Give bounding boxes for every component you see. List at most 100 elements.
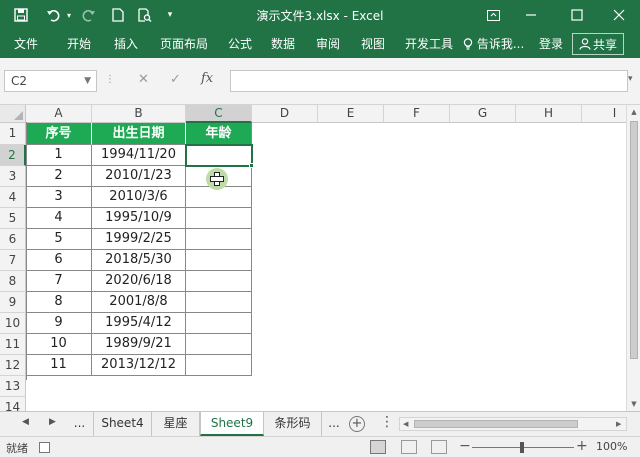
table-cell[interactable]: 7	[26, 271, 92, 292]
table-cell[interactable]	[186, 292, 252, 313]
sheet-tab-more-left[interactable]: ...	[66, 412, 94, 436]
minimize-icon[interactable]	[516, 0, 546, 30]
table-cell[interactable]: 5	[26, 229, 92, 250]
vertical-scroll-thumb[interactable]	[630, 121, 638, 359]
table-cell[interactable]	[186, 208, 252, 229]
table-header-cell[interactable]: 出生日期	[92, 123, 186, 145]
worksheet-grid[interactable]: A B C D E F G H I 1 2 3 4 5 6 7 8 9 10 1…	[0, 105, 626, 411]
zoom-level[interactable]: 100%	[596, 440, 627, 453]
horizontal-scrollbar[interactable]: ◀ ▶	[399, 417, 627, 431]
table-cell[interactable]: 1989/9/21	[92, 334, 186, 355]
table-cell[interactable]	[186, 313, 252, 334]
vertical-scrollbar[interactable]: ▲ ▼	[626, 105, 640, 411]
page-break-view-button[interactable]	[431, 440, 447, 454]
formula-bar-grip-icon[interactable]: ⋮	[105, 74, 115, 85]
table-cell[interactable]: 2001/8/8	[92, 292, 186, 313]
table-cell[interactable]: 2	[26, 166, 92, 187]
horizontal-scroll-thumb[interactable]	[414, 420, 578, 428]
tab-page-layout[interactable]: 页面布局	[160, 35, 208, 52]
tab-developer[interactable]: 开发工具	[405, 35, 453, 52]
table-cell[interactable]: 1995/4/12	[92, 313, 186, 334]
share-button[interactable]: 共享	[572, 33, 624, 55]
table-header-cell[interactable]: 序号	[26, 123, 92, 145]
table-cell[interactable]	[186, 271, 252, 292]
zoom-out-button[interactable]: −	[459, 438, 471, 454]
scroll-left-icon[interactable]: ◀	[403, 418, 408, 430]
sheet-prev-icon[interactable]: ◀	[22, 417, 29, 427]
zoom-slider-handle[interactable]	[520, 442, 524, 453]
sheet-tab-sheet4[interactable]: Sheet4	[94, 412, 152, 436]
column-header-a[interactable]: A	[26, 105, 92, 123]
table-cell[interactable]: 6	[26, 250, 92, 271]
ribbon-options-icon[interactable]	[478, 0, 508, 30]
row-header[interactable]: 4	[0, 187, 26, 208]
tab-review[interactable]: 审阅	[316, 35, 340, 52]
sheet-tab-sheet9[interactable]: Sheet9	[200, 412, 264, 436]
table-cell[interactable]: 11	[26, 355, 92, 376]
add-sheet-button[interactable]: +	[349, 416, 365, 432]
row-header[interactable]: 6	[0, 229, 26, 250]
sheet-tab-xingzuo[interactable]: 星座	[152, 412, 200, 436]
select-all-button[interactable]	[0, 105, 26, 123]
scroll-up-icon[interactable]: ▲	[627, 105, 640, 119]
sheet-next-icon[interactable]: ▶	[49, 417, 56, 427]
table-cell[interactable]: 10	[26, 334, 92, 355]
row-header[interactable]: 3	[0, 166, 26, 187]
formula-input[interactable]	[230, 70, 628, 92]
tab-file[interactable]: 文件	[14, 35, 38, 52]
table-cell[interactable]: 1999/2/25	[92, 229, 186, 250]
table-cell[interactable]	[186, 187, 252, 208]
column-header-h[interactable]: H	[516, 105, 582, 123]
table-cell[interactable]: 2010/3/6	[92, 187, 186, 208]
row-header[interactable]: 9	[0, 292, 26, 313]
row-header[interactable]: 8	[0, 271, 26, 292]
confirm-entry-button[interactable]: ✓	[170, 72, 181, 87]
table-cell[interactable]: 3	[26, 187, 92, 208]
table-cell[interactable]: 4	[26, 208, 92, 229]
table-cell[interactable]: 9	[26, 313, 92, 334]
table-cell[interactable]: 1	[26, 145, 92, 166]
close-icon[interactable]	[604, 0, 634, 30]
row-header[interactable]: 12	[0, 355, 26, 376]
table-cell[interactable]: 2013/12/12	[92, 355, 186, 376]
row-header[interactable]: 10	[0, 313, 26, 334]
zoom-in-button[interactable]: +	[576, 438, 588, 454]
row-header[interactable]: 1	[0, 123, 26, 145]
table-cell[interactable]	[186, 229, 252, 250]
table-cell[interactable]: 1994/11/20	[92, 145, 186, 166]
tab-insert[interactable]: 插入	[114, 35, 138, 52]
normal-view-button[interactable]	[370, 440, 386, 454]
tab-home[interactable]: 开始	[67, 35, 91, 52]
scroll-right-icon[interactable]: ▶	[616, 418, 621, 430]
sheet-tab-more-right[interactable]: ...	[322, 412, 346, 436]
row-header[interactable]: 11	[0, 334, 26, 355]
page-layout-view-button[interactable]	[401, 440, 417, 454]
column-header-d[interactable]: D	[252, 105, 318, 123]
tab-formulas[interactable]: 公式	[228, 35, 252, 52]
row-header[interactable]: 7	[0, 250, 26, 271]
column-header-c[interactable]: C	[186, 105, 252, 123]
cancel-entry-button[interactable]: ✕	[138, 72, 149, 87]
column-header-b[interactable]: B	[92, 105, 186, 123]
row-header[interactable]: 14	[0, 397, 26, 411]
login-button[interactable]: 登录	[539, 35, 563, 52]
insert-function-button[interactable]: fx	[201, 71, 213, 86]
tab-view[interactable]: 视图	[361, 35, 385, 52]
tab-split-grip-icon[interactable]: ⋮	[380, 414, 394, 430]
table-cell[interactable]	[186, 334, 252, 355]
sheet-tab-barcode[interactable]: 条形码	[264, 412, 322, 436]
scroll-down-icon[interactable]: ▼	[627, 397, 640, 411]
column-header-f[interactable]: F	[384, 105, 450, 123]
macro-record-icon[interactable]	[39, 442, 50, 453]
expand-formula-bar-icon[interactable]: ▾	[628, 74, 633, 84]
tab-data[interactable]: 数据	[271, 35, 295, 52]
row-header[interactable]: 2	[0, 145, 26, 166]
table-cell[interactable]: 2020/6/18	[92, 271, 186, 292]
name-box[interactable]: C2 ▼	[4, 70, 97, 92]
column-header-i[interactable]: I	[582, 105, 626, 123]
table-cell[interactable]: 2018/5/30	[92, 250, 186, 271]
table-cell[interactable]	[186, 355, 252, 376]
maximize-icon[interactable]	[562, 0, 592, 30]
column-header-e[interactable]: E	[318, 105, 384, 123]
row-header[interactable]: 13	[0, 376, 26, 397]
